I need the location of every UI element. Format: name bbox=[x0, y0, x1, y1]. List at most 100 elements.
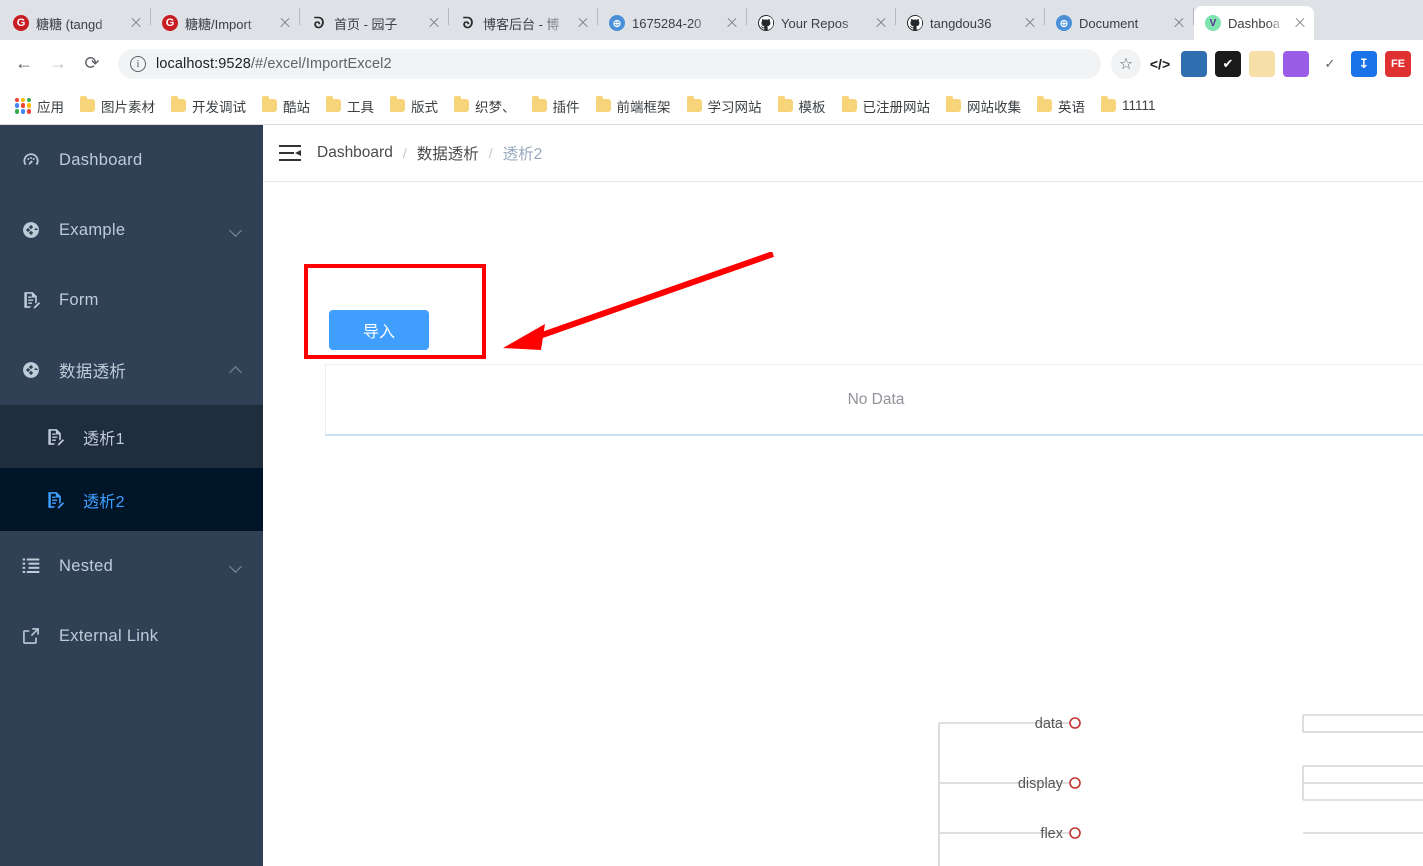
browser-tab[interactable]: ᘐ 博客后台 - 博 bbox=[449, 6, 597, 40]
browser-toolbar: ← → ⟳ i localhost:9528/#/excel/ImportExc… bbox=[0, 40, 1423, 87]
collapse-sidebar-icon[interactable] bbox=[279, 144, 301, 162]
chevron-down-icon bbox=[229, 559, 243, 573]
sidebar-item-dashboard[interactable]: Dashboard bbox=[0, 125, 263, 195]
bookmark-item[interactable]: 11111 bbox=[1094, 94, 1163, 117]
breadcrumb-item[interactable]: 数据透析 bbox=[417, 142, 479, 164]
checkbox-icon[interactable]: ✔ bbox=[1215, 50, 1241, 77]
browser-tab[interactable]: ⊕ 1675284-20 bbox=[598, 6, 746, 40]
bookmark-item[interactable]: 前端框架 bbox=[589, 92, 678, 120]
sidebar-item-label: Dashboard bbox=[59, 150, 143, 169]
bookmark-label: 织梦、 bbox=[475, 99, 516, 115]
eyedropper-icon[interactable] bbox=[1249, 50, 1275, 77]
browser-window: G 糖糖 (tangd G 糖糖/Import ᘐ 首页 - 园子 ᘐ 博客后台 - 博 ⊕ 16… bbox=[0, 0, 1423, 866]
tab-close-icon[interactable] bbox=[724, 15, 740, 31]
tab-close-icon[interactable] bbox=[277, 15, 293, 31]
sidebar-item-透析2[interactable]: 透析2 bbox=[0, 468, 263, 531]
browser-tab[interactable]: ᘐ 首页 - 园子 bbox=[300, 6, 448, 40]
sidebar-item-label: 数据透析 bbox=[59, 363, 127, 381]
browser-tab[interactable]: Your Repos bbox=[747, 6, 895, 40]
page-content: 导入 No Data datadisplayflexconvertersData… bbox=[263, 182, 1423, 866]
apps-grid-icon bbox=[15, 97, 31, 114]
import-button[interactable]: 导入 bbox=[329, 310, 429, 350]
tree-chart[interactable]: datadisplayflexconvertersDataUtilDirtySp… bbox=[263, 482, 1423, 866]
sidebar-item-透析1[interactable]: 透析1 bbox=[0, 405, 263, 468]
tab-title: Document bbox=[1079, 15, 1139, 31]
sidebar-item-label: Nested bbox=[59, 556, 114, 575]
bookmark-item[interactable]: 英语 bbox=[1030, 92, 1092, 120]
fe-red-icon[interactable]: FE bbox=[1385, 50, 1411, 77]
tab-close-icon[interactable] bbox=[873, 15, 889, 31]
code-icon[interactable]: </> bbox=[1147, 50, 1173, 77]
sidebar-item-数据透析[interactable]: 数据透析 bbox=[0, 335, 263, 405]
tab-title: 博客后台 - 博 bbox=[483, 16, 560, 32]
purple-drop-icon[interactable] bbox=[1283, 50, 1309, 77]
folder-icon bbox=[454, 96, 469, 112]
tab-close-icon[interactable] bbox=[128, 15, 144, 31]
sidebar-item-example[interactable]: Example bbox=[0, 195, 263, 265]
bookmark-item[interactable]: 插件 bbox=[525, 92, 587, 120]
bookmark-item[interactable]: 网站收集 bbox=[939, 92, 1028, 120]
tab-title: 首页 - 园子 bbox=[334, 16, 398, 32]
sidebar-item-external-link[interactable]: External Link bbox=[0, 601, 263, 671]
folder-icon bbox=[531, 96, 547, 112]
chevron-up-icon bbox=[229, 363, 243, 377]
breadcrumb-item: 透析2 bbox=[502, 146, 543, 163]
browser-tab[interactable]: tangdou36 bbox=[896, 6, 1044, 40]
form-icon bbox=[44, 490, 66, 510]
dashboard-icon bbox=[20, 150, 42, 170]
bookmark-item[interactable]: 工具 bbox=[319, 92, 381, 120]
browser-tab[interactable]: G 糖糖/Import bbox=[151, 6, 299, 40]
sidebar-item-label: Example bbox=[59, 220, 126, 239]
tab-close-icon[interactable] bbox=[426, 15, 442, 31]
blue-hex-icon[interactable] bbox=[1181, 50, 1207, 77]
tree-node bbox=[1069, 777, 1081, 789]
tab-close-icon[interactable] bbox=[575, 15, 591, 31]
forward-button[interactable]: → bbox=[42, 48, 74, 80]
bookmark-item[interactable]: 已注册网站 bbox=[835, 92, 938, 120]
bookmark-item[interactable]: 版式 bbox=[383, 92, 445, 120]
gitee-icon: G bbox=[162, 15, 178, 31]
bookmark-item[interactable]: 模板 bbox=[771, 92, 833, 120]
reload-button[interactable]: ⟳ bbox=[76, 48, 108, 80]
tree-chart-svg[interactable]: datadisplayflexconvertersDataUtilDirtySp… bbox=[263, 482, 1423, 866]
browser-tab[interactable]: ⊕ Document bbox=[1045, 6, 1193, 40]
arrow-annotation bbox=[503, 252, 774, 350]
download-blue-icon[interactable]: ↧ bbox=[1351, 50, 1377, 77]
bookmark-label: 图片素材 bbox=[101, 99, 155, 115]
bookmark-item[interactable]: 图片素材 bbox=[73, 92, 162, 120]
tab-close-icon[interactable] bbox=[1022, 15, 1038, 31]
bookmark-label: 开发调试 bbox=[192, 99, 246, 115]
bookmark-item[interactable]: 开发调试 bbox=[164, 92, 253, 120]
tab-close-icon[interactable] bbox=[1292, 15, 1308, 31]
site-info-icon[interactable]: i bbox=[130, 55, 146, 72]
bookmark-item[interactable]: 酷站 bbox=[255, 92, 317, 120]
tab-title: Dashboa bbox=[1228, 15, 1281, 31]
bookmark-label: 工具 bbox=[347, 99, 374, 115]
browser-tab[interactable]: G 糖糖 (tangd bbox=[2, 6, 150, 40]
check-icon[interactable]: ✓ bbox=[1317, 50, 1343, 77]
folder-icon bbox=[326, 96, 341, 112]
sidebar-item-nested[interactable]: Nested bbox=[0, 531, 263, 601]
folder-icon bbox=[390, 96, 405, 112]
bookmark-label: 网站收集 bbox=[967, 99, 1021, 115]
browser-tab[interactable]: V Dashboa bbox=[1194, 6, 1314, 40]
breadcrumb-separator: / bbox=[402, 145, 407, 161]
address-bar[interactable]: i localhost:9528/#/excel/ImportExcel2 bbox=[118, 48, 1101, 79]
bookmark-item[interactable]: 织梦、 bbox=[447, 92, 523, 120]
tab-title: 糖糖 (tangd bbox=[36, 16, 103, 32]
tab-title: 1675284-20 bbox=[632, 15, 702, 31]
address-bar-url: localhost:9528/#/excel/ImportExcel2 bbox=[156, 56, 392, 72]
bookmark-star-icon[interactable]: ☆ bbox=[1111, 48, 1141, 79]
back-button[interactable]: ← bbox=[8, 48, 40, 80]
tab-strip: G 糖糖 (tangd G 糖糖/Import ᘐ 首页 - 园子 ᘐ 博客后台 - 博 ⊕ 16… bbox=[0, 0, 1423, 40]
tab-close-icon[interactable] bbox=[1171, 15, 1187, 31]
extensions-bar: </> ✔ ✓ ↧ FE bbox=[1143, 50, 1415, 77]
bookmark-item[interactable]: 学习网站 bbox=[680, 92, 769, 120]
bookmark-label: 酷站 bbox=[283, 99, 310, 115]
bookmark-item[interactable]: 应用 bbox=[8, 92, 71, 120]
cnblogs-icon: ᘐ bbox=[462, 15, 474, 31]
breadcrumb-item[interactable]: Dashboard bbox=[317, 144, 393, 162]
sidebar-item-form[interactable]: Form bbox=[0, 265, 263, 335]
folder-icon bbox=[1101, 96, 1116, 112]
vue-icon: V bbox=[1205, 15, 1221, 31]
